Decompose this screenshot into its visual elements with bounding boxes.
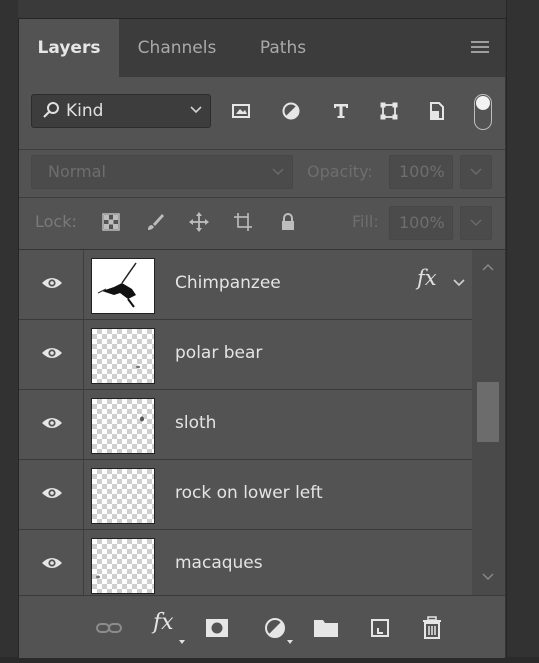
expand-effects-chevron-icon[interactable] [453, 278, 465, 288]
blend-mode-value: Normal [48, 162, 106, 181]
panel-tabs: Layers Channels Paths [19, 19, 505, 77]
layers-list: Chimpanzee fx polar bear sloth rock on l… [19, 250, 505, 595]
image-filter-icon[interactable] [231, 101, 251, 121]
layer-row-chimpanzee[interactable]: Chimpanzee fx [19, 250, 472, 320]
layer-name: rock on lower left [175, 483, 323, 503]
panel-menu-icon[interactable] [471, 41, 489, 55]
visibility-toggle[interactable] [19, 390, 84, 459]
layers-scrollbar[interactable] [472, 250, 505, 595]
chimpanzee-thumbnail-image [97, 262, 137, 308]
layer-name: polar bear [175, 343, 263, 363]
fill-dropdown-button[interactable] [460, 206, 492, 240]
macaques-thumbnail-image [96, 575, 100, 579]
scrollbar-thumb[interactable] [477, 382, 499, 442]
filter-kind-label: Kind [66, 101, 104, 121]
visibility-toggle[interactable] [19, 250, 84, 319]
eye-icon [42, 278, 62, 288]
chevron-down-icon [470, 168, 482, 176]
eye-icon [42, 488, 62, 498]
chevron-down-icon [190, 106, 202, 114]
search-icon [43, 102, 59, 118]
new-layer-icon[interactable] [369, 616, 393, 640]
blend-mode-select[interactable]: Normal [31, 155, 293, 189]
chevron-down-icon [470, 219, 482, 227]
layer-thumbnail [91, 328, 155, 384]
lock-image-pixels-icon[interactable] [145, 212, 165, 232]
scroll-up-icon[interactable] [482, 262, 494, 272]
layers-panel: Layers Channels Paths Kind Normal Opacit… [19, 19, 505, 658]
fill-label: Fill: [352, 212, 379, 231]
visibility-toggle[interactable] [19, 320, 84, 389]
dropdown-indicator-icon [287, 640, 293, 644]
trash-icon[interactable] [421, 616, 443, 640]
smart-object-filter-icon[interactable] [427, 101, 447, 121]
adjustment-layer-icon[interactable] [263, 616, 287, 640]
layer-name: sloth [175, 413, 217, 433]
top-frame [18, 0, 506, 19]
layer-thumbnail [91, 398, 155, 454]
opacity-field[interactable]: 100% [389, 155, 453, 189]
layer-effects-icon[interactable]: fx [417, 266, 437, 290]
opacity-value: 100% [399, 162, 445, 181]
link-layers-icon[interactable] [95, 616, 123, 640]
lock-artboard-icon[interactable] [233, 212, 253, 232]
layers-bottom-toolbar: fx [19, 595, 505, 658]
layer-row-polar-bear[interactable]: polar bear [19, 320, 472, 390]
dropdown-indicator-icon [179, 640, 185, 644]
eye-icon [42, 348, 62, 358]
fill-value: 100% [399, 213, 445, 232]
eye-icon [42, 418, 62, 428]
left-frame [0, 0, 19, 663]
layer-row-macaques[interactable]: macaques [19, 530, 472, 595]
filter-toggle-switch[interactable] [474, 94, 492, 130]
layer-row-rock-on-lower-left[interactable]: rock on lower left [19, 460, 472, 530]
layer-thumbnail [91, 538, 155, 594]
mask-icon[interactable] [205, 616, 229, 640]
chevron-down-icon [272, 168, 284, 176]
lock-transparent-pixels-icon[interactable] [101, 212, 121, 232]
group-folder-icon[interactable] [313, 616, 339, 640]
tab-channels[interactable]: Channels [119, 19, 235, 77]
layer-style-icon[interactable]: fx [153, 610, 174, 635]
filter-kind-select[interactable]: Kind [31, 94, 211, 128]
lock-label: Lock: [35, 212, 77, 231]
fill-field[interactable]: 100% [389, 206, 453, 240]
filter-row: Kind [19, 77, 505, 150]
eye-icon [42, 558, 62, 568]
visibility-toggle[interactable] [19, 460, 84, 529]
layer-thumbnail [91, 468, 155, 524]
polar-bear-thumbnail-image [136, 365, 140, 369]
opacity-label: Opacity: [307, 162, 373, 181]
toggle-knob [476, 96, 490, 110]
lock-row: Lock: Fill: 100% [19, 198, 505, 250]
adjustment-filter-icon[interactable] [281, 101, 301, 121]
lock-position-icon[interactable] [189, 212, 209, 232]
shape-filter-icon[interactable] [379, 101, 399, 121]
lock-all-icon[interactable] [278, 212, 298, 232]
scroll-down-icon[interactable] [482, 572, 494, 582]
sloth-thumbnail-image [140, 416, 144, 422]
right-frame [506, 0, 539, 663]
tab-paths[interactable]: Paths [235, 19, 331, 77]
layer-thumbnail [91, 258, 155, 314]
layer-name: macaques [175, 553, 263, 573]
type-filter-icon[interactable] [331, 101, 351, 121]
opacity-dropdown-button[interactable] [460, 155, 492, 189]
layer-name: Chimpanzee [175, 273, 281, 293]
tab-layers[interactable]: Layers [19, 19, 119, 77]
blend-row: Normal Opacity: 100% [19, 150, 505, 198]
layer-row-sloth[interactable]: sloth [19, 390, 472, 460]
visibility-toggle[interactable] [19, 530, 84, 595]
